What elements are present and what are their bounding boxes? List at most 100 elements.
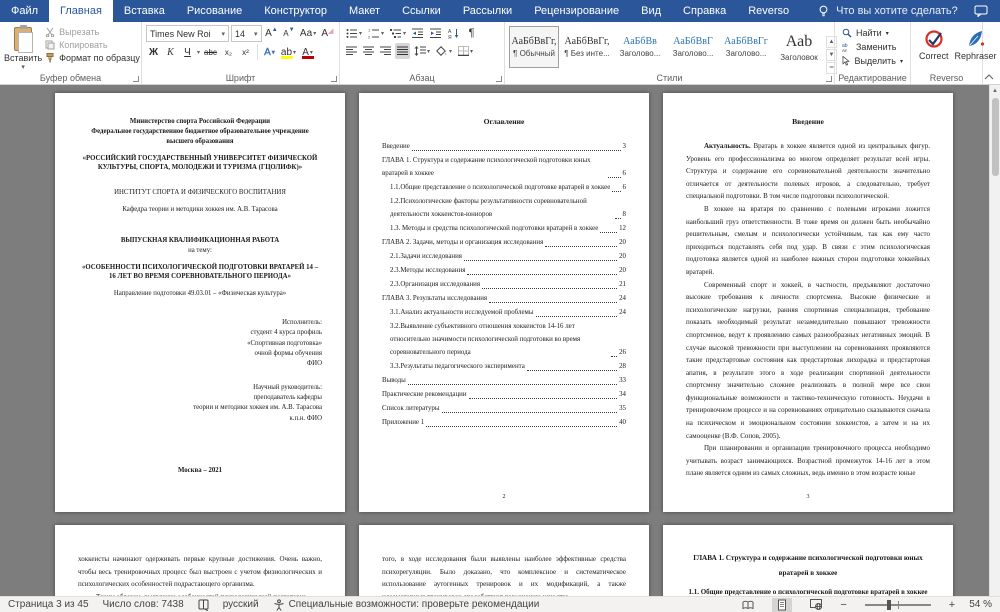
paragraph-dialog-launcher[interactable]: [496, 76, 502, 82]
accessibility-checker[interactable]: Специальные возможности: проверьте реком…: [273, 599, 540, 611]
change-case-button[interactable]: Аа▾: [298, 26, 317, 42]
toc-entry[interactable]: ГЛАВА 2. Задачи, методы и организация ис…: [382, 236, 626, 249]
tab-file[interactable]: Файл: [0, 0, 49, 22]
comment-icon[interactable]: [974, 5, 988, 17]
tab-references[interactable]: Ссылки: [391, 0, 452, 22]
tab-layout[interactable]: Макет: [338, 0, 391, 22]
tab-insert[interactable]: Вставка: [113, 0, 176, 22]
show-marks-button[interactable]: ¶: [464, 25, 479, 41]
grow-font-button[interactable]: А▲: [264, 26, 280, 42]
style-heading1[interactable]: АаБбВв Заголово...: [615, 26, 665, 68]
zoom-level[interactable]: 54 %: [969, 599, 992, 610]
scroll-up-arrow[interactable]: ▲: [990, 85, 1000, 96]
align-right-button[interactable]: [378, 43, 393, 59]
toc-entry[interactable]: 3.1.Анализ актуальности исследуемой проб…: [382, 306, 626, 319]
tell-me-box[interactable]: Что вы хотите сделать?: [818, 0, 958, 22]
find-button[interactable]: Найти▾: [839, 27, 906, 39]
line-spacing-button[interactable]: ▾: [412, 43, 432, 59]
tab-design[interactable]: Конструктор: [253, 0, 338, 22]
sort-button[interactable]: АЯ: [446, 25, 462, 41]
cut-button[interactable]: Вырезать: [42, 26, 143, 38]
style-heading2[interactable]: АаБбВвГ Заголово...: [668, 26, 718, 68]
document-canvas[interactable]: Министерство спорта Российской Федерации…: [0, 85, 1000, 596]
zoom-slider-thumb[interactable]: [887, 600, 891, 610]
align-left-button[interactable]: [344, 43, 359, 59]
zoom-out-button[interactable]: −: [840, 599, 846, 611]
zoom-slider[interactable]: [865, 604, 931, 606]
decrease-indent-button[interactable]: [410, 25, 426, 41]
word-count[interactable]: Число слов: 7438: [103, 599, 184, 610]
page-1-title-page[interactable]: Министерство спорта Российской Федерации…: [55, 93, 345, 512]
subscript-button[interactable]: x₂: [221, 44, 236, 60]
toc-entry[interactable]: 2.3.Организация исследования21: [382, 278, 626, 291]
highlight-button[interactable]: ab▾: [279, 44, 298, 60]
style-title[interactable]: Ааb Заголовок: [774, 26, 824, 68]
web-layout-button[interactable]: [806, 598, 826, 612]
collapse-ribbon-button[interactable]: [984, 74, 994, 80]
page-2-toc[interactable]: Оглавление Введение3 ГЛАВА 1. Структура …: [359, 93, 649, 512]
increase-indent-button[interactable]: [428, 25, 444, 41]
tab-home[interactable]: Главная: [49, 0, 113, 22]
clipboard-dialog-launcher[interactable]: [133, 76, 139, 82]
shrink-font-button[interactable]: А▼: [281, 26, 296, 42]
multilevel-list-button[interactable]: ▾: [388, 25, 408, 41]
toc-entry[interactable]: Список литературы35: [382, 402, 626, 415]
style-no-spacing[interactable]: АаБбВвГг, ¶ Без инте...: [562, 26, 612, 68]
toc-entry[interactable]: ГЛАВА 3. Результаты исследования24: [382, 292, 626, 305]
language-indicator[interactable]: русский: [223, 599, 259, 610]
shading-button[interactable]: ▾: [434, 43, 454, 59]
tab-view[interactable]: Вид: [630, 0, 672, 22]
toc-entry[interactable]: Практические рекомендации34: [382, 388, 626, 401]
copy-button[interactable]: Копировать: [42, 39, 143, 51]
toc-entry[interactable]: 3.3.Результаты педагогического экспериме…: [382, 360, 626, 373]
scrollbar-thumb[interactable]: [992, 98, 999, 176]
print-layout-button[interactable]: [772, 598, 792, 612]
numbered-list-button[interactable]: 12▾: [366, 25, 386, 41]
tab-review[interactable]: Рецензирование: [523, 0, 630, 22]
clear-formatting-button[interactable]: А◢: [320, 26, 335, 42]
style-normal[interactable]: АаБбВвГг, ¶ Обычный: [509, 26, 559, 68]
page-4-partial[interactable]: хоккеисты начинают одерживать первые кру…: [55, 525, 345, 596]
align-center-button[interactable]: [361, 43, 376, 59]
page-3-introduction[interactable]: Введение Актуальность. Вратарь в хоккее …: [663, 93, 953, 512]
format-painter-button[interactable]: Формат по образцу: [42, 52, 143, 64]
toc-entry[interactable]: 1.3. Методы и средства психологической п…: [382, 222, 626, 235]
styles-dialog-launcher[interactable]: [826, 76, 832, 82]
font-size-combo[interactable]: 14▾: [231, 25, 262, 42]
borders-button[interactable]: ▾: [456, 43, 475, 59]
toc-entry[interactable]: 2.3.Методы исследования20: [382, 264, 626, 277]
toc-entry[interactable]: 1.2.Психологические факторы результативн…: [382, 195, 626, 221]
bold-button[interactable]: Ж: [146, 44, 161, 60]
toc-entry[interactable]: 1.1.Общие представление о психологическо…: [382, 181, 626, 194]
toc-entry[interactable]: Выводы33: [382, 374, 626, 387]
font-color-button[interactable]: А▾: [300, 44, 315, 60]
style-heading3[interactable]: АаБбВвГг Заголово...: [721, 26, 771, 68]
justify-button[interactable]: [395, 43, 410, 59]
select-button[interactable]: Выделить▾: [839, 55, 906, 67]
replace-button[interactable]: abac Заменить: [839, 41, 906, 53]
page-5-partial[interactable]: того, в ходе исследования были выявлены …: [359, 525, 649, 596]
strikethrough-button[interactable]: abc: [202, 44, 219, 60]
toc-entry[interactable]: ГЛАВА 1. Структура и содержание психолог…: [382, 154, 626, 180]
text-effects-button[interactable]: А▾: [262, 44, 277, 60]
italic-button[interactable]: К: [163, 44, 178, 60]
font-dialog-launcher[interactable]: [331, 76, 337, 82]
toc-entry[interactable]: 3.2.Выявление субъективного отношения хо…: [382, 320, 626, 359]
page-indicator[interactable]: Страница 3 из 45: [8, 599, 89, 610]
tab-reverso[interactable]: Reverso: [737, 0, 800, 22]
zoom-in-button[interactable]: +: [949, 599, 955, 611]
tab-mailings[interactable]: Рассылки: [452, 0, 523, 22]
superscript-button[interactable]: x²: [238, 44, 253, 60]
toc-entry[interactable]: Приложение 140: [382, 416, 626, 429]
reverso-rephraser-button[interactable]: Rephraser: [955, 27, 997, 61]
proofing-icon[interactable]: [198, 599, 209, 611]
underline-caret[interactable]: ▾: [197, 49, 200, 56]
read-mode-button[interactable]: [738, 598, 758, 612]
reverso-correct-button[interactable]: Correct: [919, 27, 949, 61]
bullet-list-button[interactable]: ▾: [344, 25, 364, 41]
vertical-scrollbar[interactable]: ▲: [989, 85, 1000, 596]
font-name-combo[interactable]: Times New Roi▾: [146, 25, 229, 42]
underline-button[interactable]: Ч: [180, 44, 195, 60]
tab-draw[interactable]: Рисование: [176, 0, 253, 22]
toc-entry[interactable]: 2.1.Задачи исследования20: [382, 250, 626, 263]
